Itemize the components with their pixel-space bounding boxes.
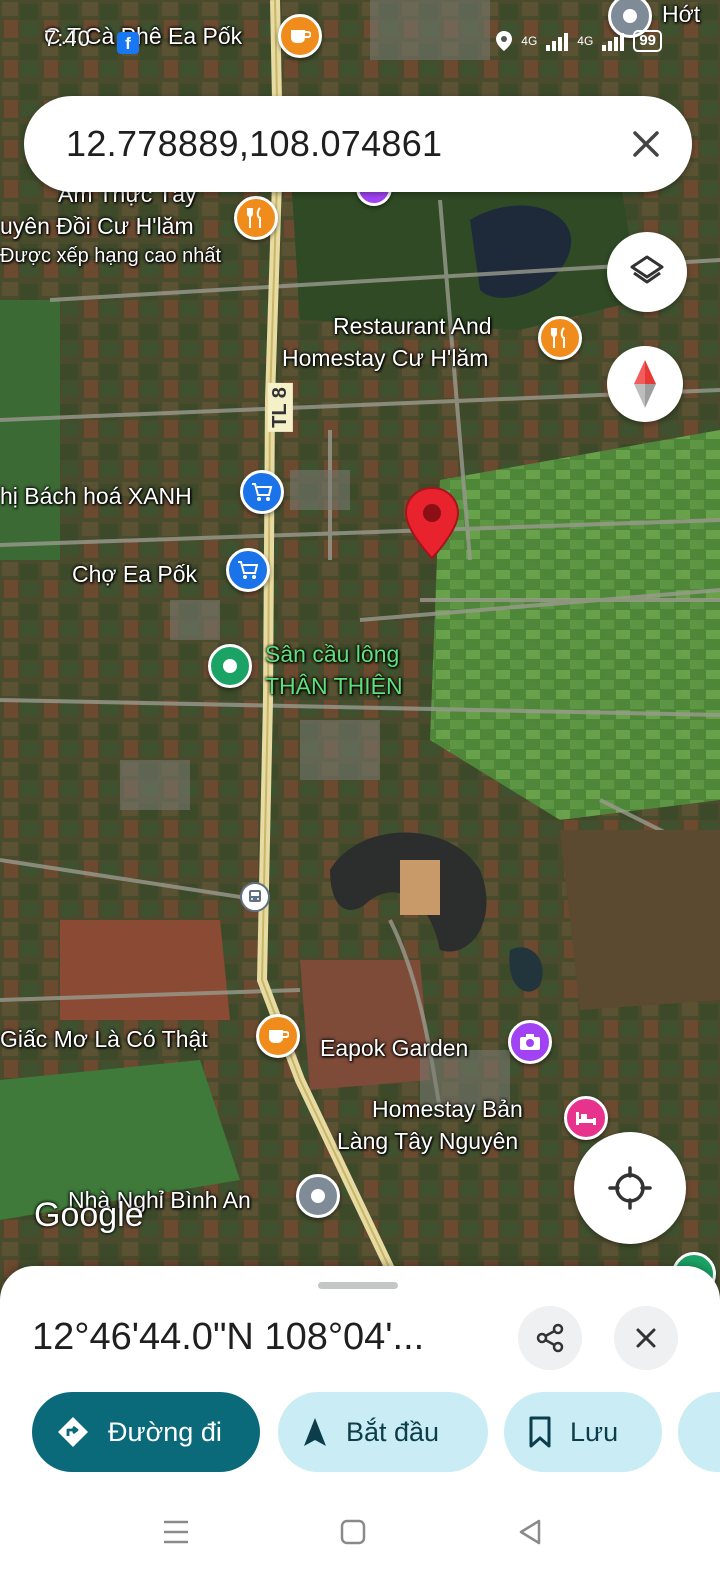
compass-button[interactable] — [607, 346, 683, 422]
bus-stop-icon[interactable] — [240, 882, 270, 912]
home-icon[interactable] — [333, 1512, 373, 1552]
restaurant-icon[interactable] — [538, 316, 582, 360]
restaurant-icon[interactable] — [234, 196, 278, 240]
close-sheet-button[interactable] — [614, 1306, 678, 1370]
place-label-than-thien[interactable]: THÂN THIỆN — [265, 672, 403, 700]
place-label-rating: Được xếp hạng cao nhất — [0, 245, 222, 267]
place-label-homestay-cu-hlam[interactable]: Homestay Cư H'lăm — [282, 344, 488, 372]
signal-icon — [546, 33, 569, 51]
shopping-cart-icon[interactable] — [226, 548, 270, 592]
share-icon — [536, 1323, 564, 1353]
coordinates-title: 12°46'44.0"N 108°04'... — [32, 1316, 425, 1358]
lodging-place-icon[interactable] — [296, 1174, 340, 1218]
save-button[interactable]: Lưu — [504, 1392, 662, 1472]
google-attribution: Google — [34, 1196, 144, 1234]
share-button[interactable] — [518, 1306, 582, 1370]
cafe-icon[interactable] — [256, 1014, 300, 1058]
place-label-bach-hoa-xanh[interactable]: hị Bách hoá XANH — [0, 482, 192, 510]
start-button[interactable]: Bắt đầu — [278, 1392, 488, 1472]
battery-icon: 99 — [633, 30, 662, 52]
location-icon — [496, 31, 513, 51]
signal-icon — [602, 33, 625, 51]
dropped-pin-icon[interactable] — [404, 486, 460, 565]
status-bar: 7:40 f 4G 4G 99 — [0, 20, 720, 60]
compass-icon — [634, 360, 656, 408]
system-nav-bar — [0, 1490, 720, 1575]
place-label-san-cau-long[interactable]: Sân cầu lông — [265, 640, 399, 668]
my-location-button[interactable] — [574, 1132, 686, 1244]
search-box[interactable]: 12.778889,108.074861 — [24, 96, 692, 192]
place-label-restaurant-and[interactable]: Restaurant And — [333, 312, 492, 340]
network-type-2: 4G — [577, 34, 594, 48]
directions-icon — [56, 1415, 90, 1449]
sports-place-icon[interactable] — [208, 644, 252, 688]
layers-icon — [630, 255, 664, 284]
directions-label: Đường đi — [108, 1416, 222, 1447]
place-label-doi-cu-hlam[interactable]: uyên Đồi Cư H'lăm — [0, 212, 194, 240]
action-chips: Đường đi Bắt đầu Lưu — [32, 1392, 720, 1472]
place-label-homestay-ban[interactable]: Homestay Bản — [372, 1095, 523, 1123]
shopping-cart-icon[interactable] — [240, 470, 284, 514]
place-label-eapok-garden[interactable]: Eapok Garden — [320, 1034, 468, 1062]
layers-button[interactable] — [607, 232, 687, 312]
search-input[interactable]: 12.778889,108.074861 — [66, 123, 616, 165]
start-label: Bắt đầu — [346, 1416, 440, 1447]
place-label-lang-tay-nguyen[interactable]: Làng Tây Nguyên — [337, 1127, 518, 1155]
bottom-sheet[interactable]: 12°46'44.0"N 108°04'... Đường đi Bắt đầu — [0, 1266, 720, 1575]
status-time: 7:40 — [44, 26, 91, 51]
back-icon[interactable] — [510, 1512, 550, 1552]
my-location-icon — [608, 1166, 652, 1210]
road-label-tl8: TL 8 — [267, 383, 293, 432]
sheet-drag-handle[interactable] — [318, 1282, 398, 1289]
status-icons: 4G 4G 99 — [495, 30, 662, 52]
recents-icon[interactable] — [156, 1512, 196, 1552]
facebook-icon: f — [117, 32, 139, 54]
place-label-giac-mo[interactable]: Giấc Mơ Là Có Thật — [0, 1025, 208, 1053]
more-actions-button[interactable] — [678, 1392, 720, 1472]
navigation-arrow-icon — [302, 1416, 328, 1448]
save-label: Lưu — [570, 1416, 619, 1447]
camera-icon[interactable] — [508, 1020, 552, 1064]
directions-button[interactable]: Đường đi — [32, 1392, 260, 1472]
network-type-1: 4G — [521, 34, 538, 48]
map-view[interactable]: TL 8 C.T.Cà Phê Ea Pốk Ẩm Thực Tây uyên … — [0, 0, 720, 1290]
close-icon — [636, 1328, 656, 1348]
bed-icon[interactable] — [564, 1096, 608, 1140]
close-icon[interactable] — [616, 114, 676, 174]
place-label-cho-ea-pok[interactable]: Chợ Ea Pốk — [72, 560, 197, 588]
bookmark-icon — [528, 1416, 552, 1448]
